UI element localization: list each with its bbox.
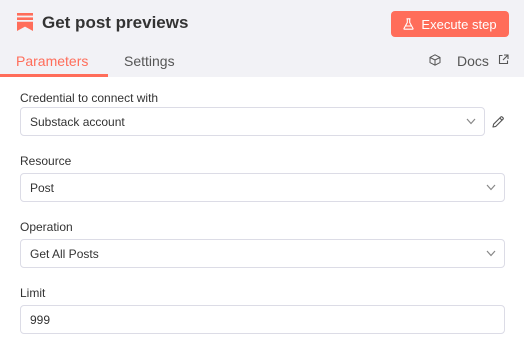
cube-icon (429, 54, 441, 66)
resource-value: Post (30, 180, 55, 195)
node-title: Get post previews (42, 13, 189, 32)
operation-select[interactable]: Get All Posts (20, 239, 505, 268)
limit-value: 999 (30, 312, 51, 327)
chevron-down-icon (466, 118, 476, 125)
credential-select[interactable]: Substack account (20, 107, 485, 136)
tab-settings[interactable]: Settings (124, 53, 175, 69)
credential-value: Substack account (30, 114, 125, 129)
docs-link[interactable]: Docs (457, 53, 489, 69)
execute-step-button[interactable]: Execute step (391, 11, 509, 37)
substack-logo-icon (17, 13, 33, 31)
operation-value: Get All Posts (30, 246, 99, 261)
chevron-down-icon (486, 250, 496, 257)
execute-step-label: Execute step (421, 16, 497, 32)
resource-select[interactable]: Post (20, 173, 505, 202)
operation-label: Operation (20, 220, 73, 234)
limit-label: Limit (20, 286, 46, 300)
resource-label: Resource (20, 154, 72, 168)
node-header: Get post previews Execute step Parameter… (0, 0, 524, 77)
limit-input[interactable]: 999 (20, 305, 505, 334)
credential-label: Credential to connect with (20, 91, 159, 105)
external-link-icon[interactable] (498, 54, 509, 65)
edit-credential-icon[interactable] (491, 115, 505, 129)
chevron-down-icon (486, 184, 496, 191)
flask-icon (403, 18, 415, 30)
active-tab-indicator (0, 74, 108, 77)
tab-parameters[interactable]: Parameters (16, 53, 88, 69)
